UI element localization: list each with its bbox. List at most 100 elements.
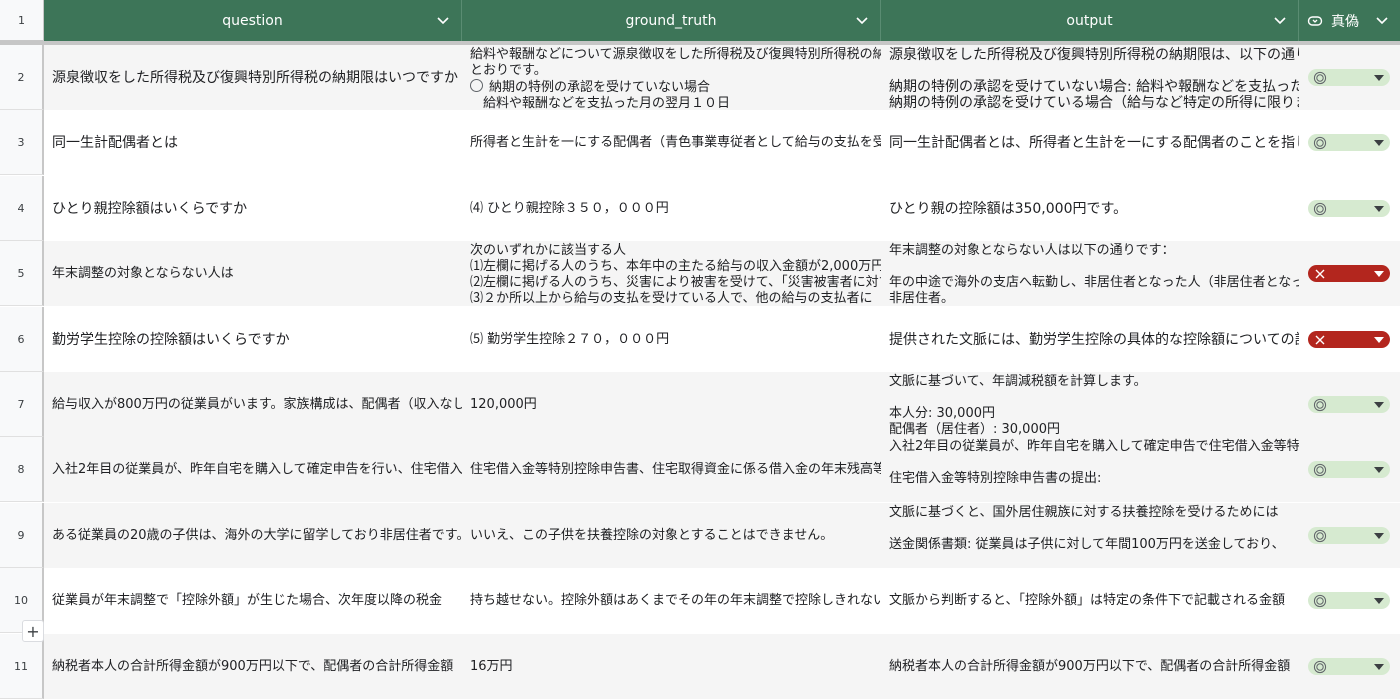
verdict-cell[interactable] bbox=[1299, 634, 1400, 699]
output-cell[interactable]: 年末調整の対象とならない人は以下の通りです： 年の中途で海外の支店へ転勤し、非居住… bbox=[881, 241, 1299, 306]
dropdown-arrow-icon[interactable] bbox=[1374, 74, 1384, 81]
cross-icon bbox=[1313, 267, 1327, 281]
verdict-cell[interactable] bbox=[1299, 176, 1400, 241]
dropdown-arrow-icon[interactable] bbox=[1374, 663, 1384, 670]
ground-truth-cell[interactable]: 120,000円 bbox=[462, 372, 881, 437]
row-number[interactable]: 4 bbox=[0, 176, 44, 241]
dropdown-arrow-icon[interactable] bbox=[1374, 205, 1384, 212]
dropdown-arrow-icon[interactable] bbox=[1374, 139, 1384, 146]
cell-lines: 16万円 bbox=[470, 659, 513, 675]
question-cell[interactable]: 源泉徴収をした所得税及び復興特別所得税の納期限はいつですか bbox=[44, 45, 462, 110]
row-number[interactable]: 5 bbox=[0, 241, 44, 306]
question-cell[interactable]: 同一生計配偶者とは bbox=[44, 110, 462, 175]
column-header-output[interactable]: output bbox=[881, 0, 1299, 41]
ground-truth-cell[interactable]: 次のいずれかに該当する人 ⑴左欄に掲げる人のうち、本年中の主たる給与の収入金額が2… bbox=[462, 241, 881, 306]
cell-text: 納期の特例の承認を受けている場合（給与など特定の所得に限ります） bbox=[889, 95, 1299, 110]
cell-lines: 所得者と生計を一にする配偶者（青色事業専従者として給与の支払を受ける人を除く） bbox=[470, 135, 881, 151]
verdict-chip-true[interactable] bbox=[1308, 461, 1390, 478]
output-cell[interactable]: 文脈に基づいて、年調減税額を計算します。 本人分: 30,000円 配偶者（居住者）… bbox=[881, 372, 1299, 437]
verdict-chip-true[interactable] bbox=[1308, 592, 1390, 609]
add-row-button[interactable]: + bbox=[22, 620, 44, 642]
question-cell[interactable]: ある従業員の20歳の子供は、海外の大学に留学しており非居住者です。 bbox=[44, 503, 462, 568]
verdict-cell[interactable] bbox=[1299, 307, 1400, 372]
row-number[interactable]: 2 bbox=[0, 45, 44, 110]
question-cell[interactable]: 給与収入が800万円の従業員がいます。家族構成は、配偶者（収入なし） bbox=[44, 372, 462, 437]
verdict-chip-true[interactable] bbox=[1308, 658, 1390, 675]
ground-truth-cell[interactable]: ⑷ ひとり親控除３５０，０００円 bbox=[462, 176, 881, 241]
column-header-verdict[interactable]: 真偽 bbox=[1299, 0, 1400, 41]
cell-text: ⑶２か所以上から給与の支払を受けている人で、他の給与の支払者に bbox=[470, 291, 873, 306]
verdict-cell[interactable] bbox=[1299, 241, 1400, 306]
cell-text: 文脈から判断すると、「控除外額」は特定の条件下で記載される金額 bbox=[889, 592, 1285, 608]
cell-text: 送金関係書類: 従業員は子供に対して年間100万円を送金しており、 bbox=[889, 537, 1285, 552]
verdict-chip-true[interactable] bbox=[1308, 69, 1390, 86]
cell-text: 次のいずれかに該当する人 bbox=[470, 243, 627, 258]
output-cell[interactable]: 納税者本人の合計所得金額が900万円以下で、配偶者の合計所得金額 bbox=[881, 634, 1299, 699]
question-cell[interactable]: 勤労学生控除の控除額はいくらですか bbox=[44, 307, 462, 372]
ground-truth-cell[interactable]: 16万円 bbox=[462, 634, 881, 699]
column-header-question[interactable]: question bbox=[44, 0, 462, 41]
ground-truth-cell[interactable]: ⑸ 勤労学生控除２７０，０００円 bbox=[462, 307, 881, 372]
verdict-chip-true[interactable] bbox=[1308, 134, 1390, 151]
row-number[interactable]: 7 bbox=[0, 372, 44, 437]
chevron-down-icon[interactable] bbox=[1272, 12, 1288, 28]
question-cell[interactable]: 年末調整の対象とならない人は bbox=[44, 241, 462, 306]
row-number[interactable]: 8 bbox=[0, 437, 44, 502]
cell-text-span: 納期の特例の承認を受けていない場合 bbox=[489, 80, 711, 95]
double-circle-icon bbox=[1313, 463, 1327, 477]
verdict-chip-false[interactable] bbox=[1308, 331, 1390, 348]
ground-truth-cell[interactable]: 給料や報酬などについて源泉徴収をした所得税及び復興特別所得税の納期限は、次のとお… bbox=[462, 45, 881, 110]
output-cell[interactable]: 文脈に基づくと、国外居住親族に対する扶養控除を受けるためには 送金関係書類: 従業… bbox=[881, 503, 1299, 568]
question-cell[interactable]: 納税者本人の合計所得金額が900万円以下で、配偶者の合計所得金額 bbox=[44, 634, 462, 699]
row-number[interactable]: 3 bbox=[0, 110, 44, 175]
question-cell[interactable]: ひとり親控除額はいくらですか bbox=[44, 176, 462, 241]
dropdown-arrow-icon[interactable] bbox=[1374, 336, 1384, 343]
dropdown-arrow-icon[interactable] bbox=[1374, 532, 1384, 539]
dropdown-arrow-icon[interactable] bbox=[1374, 270, 1384, 277]
column-header-ground-truth[interactable]: ground_truth bbox=[462, 0, 881, 41]
output-cell[interactable]: 文脈から判断すると、「控除外額」は特定の条件下で記載される金額 bbox=[881, 568, 1299, 633]
cell-lines: 給料や報酬などについて源泉徴収をした所得税及び復興特別所得税の納期限は、次のとお… bbox=[470, 47, 881, 110]
question-cell[interactable]: 従業員が年末調整で「控除外額」が生じた場合、次年度以降の税金 bbox=[44, 568, 462, 633]
cell-text: 同一生計配偶者とは bbox=[52, 134, 178, 151]
verdict-cell[interactable] bbox=[1299, 110, 1400, 175]
output-cell[interactable]: ひとり親の控除額は350,000円です。 bbox=[881, 176, 1299, 241]
verdict-cell[interactable] bbox=[1299, 568, 1400, 633]
verdict-cell[interactable] bbox=[1299, 503, 1400, 568]
cell-text: 勤労学生控除の控除額はいくらですか bbox=[52, 331, 290, 348]
verdict-chip-true[interactable] bbox=[1308, 527, 1390, 544]
output-cell[interactable]: 同一生計配偶者とは、所得者と生計を一にする配偶者のことを指します。 bbox=[881, 110, 1299, 175]
cell-lines: いいえ、この子供を扶養控除の対象とすることはできません。 bbox=[470, 528, 833, 544]
cell-lines: 入社2年目の従業員が、昨年自宅を購入して確定申告で住宅借入金等特別控除 住宅借入金… bbox=[889, 439, 1299, 487]
dropdown-arrow-icon[interactable] bbox=[1374, 466, 1384, 473]
column-header-label: 真偽 bbox=[1331, 13, 1359, 30]
chevron-down-icon[interactable] bbox=[435, 12, 451, 28]
table-row: 7 給与収入が800万円の従業員がいます。家族構成は、配偶者（収入なし） 120,0… bbox=[0, 372, 1400, 437]
row-number[interactable]: 6 bbox=[0, 307, 44, 372]
chevron-down-icon[interactable] bbox=[854, 12, 870, 28]
verdict-cell[interactable] bbox=[1299, 372, 1400, 437]
output-cell[interactable]: 提供された文脈には、勤労学生控除の具体的な控除額についての記載はありません。 bbox=[881, 307, 1299, 372]
cell-text: 給料や報酬などについて源泉徴収をした所得税及び復興特別所得税の納期限は、次の bbox=[470, 47, 881, 62]
verdict-chip-true[interactable] bbox=[1308, 396, 1390, 413]
verdict-chip-true[interactable] bbox=[1308, 200, 1390, 217]
verdict-chip-false[interactable] bbox=[1308, 265, 1390, 282]
dropdown-arrow-icon[interactable] bbox=[1374, 597, 1384, 604]
dropdown-arrow-icon[interactable] bbox=[1374, 401, 1384, 408]
question-cell[interactable]: 入社2年目の従業員が、昨年自宅を購入して確定申告を行い、住宅借入金 bbox=[44, 437, 462, 502]
verdict-cell[interactable] bbox=[1299, 45, 1400, 110]
table-row: 5 年末調整の対象とならない人は 次のいずれかに該当する人 ⑴左欄に掲げる人のうち、本… bbox=[0, 241, 1400, 306]
column-header-label: ground_truth bbox=[625, 12, 717, 29]
ground-truth-cell[interactable]: 住宅借入金等特別控除申告書、住宅取得資金に係る借入金の年末残高等証明書 bbox=[462, 437, 881, 502]
chevron-down-icon[interactable] bbox=[1374, 12, 1390, 28]
output-cell[interactable]: 入社2年目の従業員が、昨年自宅を購入して確定申告で住宅借入金等特別控除 住宅借入金… bbox=[881, 437, 1299, 502]
ground-truth-cell[interactable]: 所得者と生計を一にする配偶者（青色事業専従者として給与の支払を受ける人を除く） bbox=[462, 110, 881, 175]
double-circle-icon bbox=[1313, 71, 1327, 85]
ground-truth-cell[interactable]: 持ち越せない。控除外額はあくまでその年の年末調整で控除しきれない bbox=[462, 568, 881, 633]
output-cell[interactable]: 源泉徴収をした所得税及び復興特別所得税の納期限は、以下の通りです。納期の特例の承… bbox=[881, 45, 1299, 110]
row-number[interactable]: 11 bbox=[0, 634, 44, 699]
row-number[interactable]: 9 bbox=[0, 503, 44, 568]
row-number[interactable]: 1 bbox=[0, 0, 44, 41]
ground-truth-cell[interactable]: いいえ、この子供を扶養控除の対象とすることはできません。 bbox=[462, 503, 881, 568]
verdict-cell[interactable] bbox=[1299, 437, 1400, 502]
